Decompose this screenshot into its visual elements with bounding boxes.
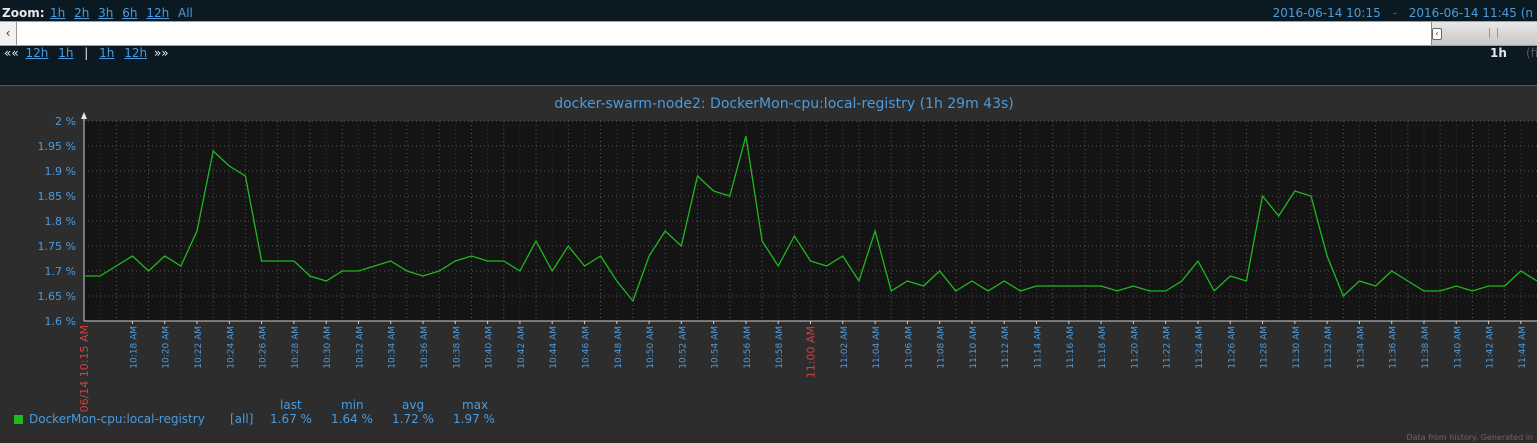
x-tick-label: 11:28 AM <box>1260 326 1270 369</box>
x-tick-label: 11:14 AM <box>1034 326 1044 369</box>
zoom-toolbar: Zoom: 1h 2h 3h 6h 12h All 2016-06-14 10:… <box>0 0 1537 85</box>
x-tick-label: 10:36 AM <box>420 326 430 369</box>
x-tick-label: 11:16 AM <box>1066 326 1076 369</box>
period-navigation: «« 12h 1h | 1h 12h »» 1h (fi <box>0 46 1537 62</box>
x-tick-label: 11:44 AM <box>1518 326 1528 369</box>
zoom-options: 1h 2h 3h 6h 12h All <box>50 6 198 20</box>
legend-series-name: DockerMon-cpu:local-registry <box>29 412 205 426</box>
legend-series-avg: 1.72 % <box>392 412 434 426</box>
x-tick-label: 10:50 AM <box>646 326 656 369</box>
legend-series-last: 1.67 % <box>270 412 312 426</box>
x-tick-label: 10:32 AM <box>355 326 365 369</box>
y-tick-label: 1.9 % <box>45 165 76 178</box>
legend-header-min: min <box>341 398 364 412</box>
zoom-2h-link[interactable]: 2h <box>74 6 89 20</box>
nav-links: «« 12h 1h | 1h 12h »» <box>4 46 169 60</box>
x-tick-label: 10:22 AM <box>194 326 204 369</box>
x-tick-label: 11:06 AM <box>904 326 914 369</box>
x-tick-label: 11:34 AM <box>1356 326 1366 369</box>
legend-series-max: 1.97 % <box>453 412 495 426</box>
y-tick-label: 1.85 % <box>38 190 76 203</box>
nav-divider: | <box>84 46 89 60</box>
period-to[interactable]: 2016-06-14 11:45 (n <box>1409 6 1533 20</box>
fixed-toggle[interactable]: (fi <box>1526 46 1537 60</box>
x-tick-label: 11:12 AM <box>1001 326 1011 369</box>
legend-header-avg: avg <box>402 398 425 412</box>
x-tick-label: 10:26 AM <box>259 326 269 369</box>
zoom-1h-link[interactable]: 1h <box>50 6 65 20</box>
y-tick-label: 1.8 % <box>45 215 76 228</box>
x-tick-label: 11:22 AM <box>1163 326 1173 369</box>
x-tick-label: 11:18 AM <box>1098 326 1108 369</box>
period-from[interactable]: 2016-06-14 10:15 <box>1273 6 1381 20</box>
x-tick-label: 11:04 AM <box>872 326 882 369</box>
y-tick-label: 1.6 % <box>45 315 76 328</box>
timeline-scrollbar[interactable]: ‹ ‹ <box>0 21 1537 46</box>
zoom-all-link[interactable]: All <box>178 6 193 20</box>
x-tick-label: 11:42 AM <box>1486 326 1496 369</box>
chart-title: docker-swarm-node2: DockerMon-cpu:local-… <box>554 96 1014 112</box>
zoom-6h-link[interactable]: 6h <box>122 6 137 20</box>
x-tick-label: 10:58 AM <box>775 326 785 369</box>
period-length: 1h <box>1490 46 1507 60</box>
x-tick-label: 10:52 AM <box>678 326 688 369</box>
x-tick-label: 10:34 AM <box>388 326 398 369</box>
x-tick-label: 11:36 AM <box>1389 326 1399 369</box>
graph-panel: docker-swarm-node2: DockerMon-cpu:local-… <box>0 85 1537 439</box>
x-tick-label: 11:08 AM <box>937 326 947 369</box>
x-tick-label: 11:38 AM <box>1421 326 1431 369</box>
forward-arrows-icon[interactable]: »» <box>154 46 169 60</box>
legend-series-func: [all] <box>230 412 254 426</box>
x-tick-label: 10:42 AM <box>517 326 527 369</box>
x-tick-label: 10:40 AM <box>485 326 495 369</box>
back-1h-link[interactable]: 1h <box>58 46 73 60</box>
x-tick-label: 11:30 AM <box>1292 326 1302 369</box>
x-tick-label: 10:38 AM <box>452 326 462 369</box>
zoom-row: Zoom: 1h 2h 3h 6h 12h All 2016-06-14 10:… <box>0 5 1537 21</box>
back-12h-link[interactable]: 12h <box>26 46 49 60</box>
period-separator: - <box>1392 6 1397 20</box>
y-tick-label: 1.75 % <box>38 240 76 253</box>
back-arrows-icon[interactable]: «« <box>4 46 19 60</box>
x-tick-label: 11:00 AM <box>805 326 818 378</box>
x-tick-label: 11:40 AM <box>1453 326 1463 369</box>
x-tick-label: 11:20 AM <box>1130 326 1140 369</box>
x-tick-label: 11:32 AM <box>1324 326 1334 369</box>
zoom-label: Zoom: <box>2 6 45 20</box>
legend-header-last: last <box>280 398 302 412</box>
y-tick-label: 2 % <box>55 115 76 128</box>
scroll-left-icon[interactable]: ‹ <box>0 22 17 45</box>
x-tick-label: 10:54 AM <box>711 326 721 369</box>
x-tick-label: 10:30 AM <box>323 326 333 369</box>
x-tick-label: 11:26 AM <box>1227 326 1237 369</box>
forward-12h-link[interactable]: 12h <box>124 46 147 60</box>
x-tick-label: 11:24 AM <box>1195 326 1205 369</box>
x-tick-label: 10:56 AM <box>743 326 753 369</box>
x-tick-label: 10:46 AM <box>581 326 591 369</box>
handle-left-arrow-icon[interactable]: ‹ <box>1432 28 1442 40</box>
y-tick-label: 1.95 % <box>38 140 76 153</box>
period-range: 2016-06-14 10:15 - 2016-06-14 11:45 (n <box>1273 6 1533 20</box>
y-tick-label: 1.7 % <box>45 265 76 278</box>
cpu-line-chart: docker-swarm-node2: DockerMon-cpu:local-… <box>38 96 1537 412</box>
x-tick-label: 10:20 AM <box>162 326 172 369</box>
x-tick-label: 10:44 AM <box>549 326 559 369</box>
x-tick-label: 10:28 AM <box>291 326 301 369</box>
y-tick-label: 1.65 % <box>38 290 76 303</box>
x-tick-label: 10:24 AM <box>226 326 236 369</box>
x-tick-label: 11:10 AM <box>969 326 979 369</box>
scrollbar-handle[interactable]: ‹ <box>1431 22 1537 45</box>
y-axis-arrow-icon <box>81 112 87 119</box>
grip-icon <box>1489 28 1498 38</box>
legend-series-min: 1.64 % <box>331 412 373 426</box>
x-tick-label: 11:02 AM <box>840 326 850 369</box>
zoom-3h-link[interactable]: 3h <box>98 6 113 20</box>
legend-header-max: max <box>462 398 489 412</box>
forward-1h-link[interactable]: 1h <box>99 46 114 60</box>
zoom-12h-link[interactable]: 12h <box>146 6 169 20</box>
x-start-label: 06/14 10:15 AM <box>78 325 91 412</box>
x-tick-label: 10:48 AM <box>614 326 624 369</box>
legend-color-swatch <box>14 415 23 424</box>
x-tick-label: 10:18 AM <box>129 326 139 369</box>
